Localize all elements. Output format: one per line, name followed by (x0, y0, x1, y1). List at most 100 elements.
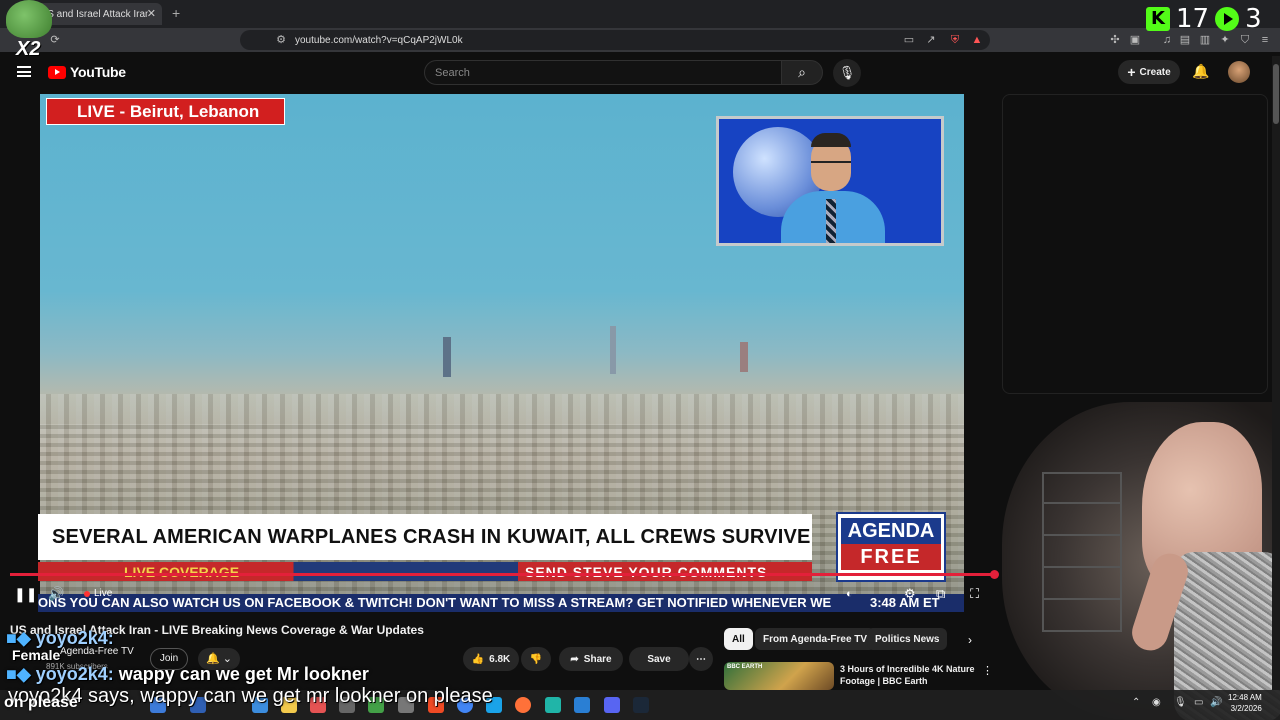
miniplayer-icon[interactable]: ⧉ (936, 586, 945, 602)
firefox-icon[interactable] (515, 697, 531, 713)
sidebar-icon[interactable]: ▤ (1178, 33, 1192, 47)
skyscraper (610, 326, 616, 374)
anchor-hair (811, 133, 851, 147)
search-button[interactable]: ⌕ (781, 60, 823, 85)
chat-overlay-line: ■◆ yoyo2k4: (6, 628, 114, 649)
multiplier-label: X2 (16, 38, 41, 60)
chat-username: yoyo2k4: (35, 628, 114, 648)
recommendation-title[interactable]: 3 Hours of Incredible 4K Nature Footage … (840, 663, 980, 687)
dislike-button[interactable]: 👎 (521, 647, 551, 671)
news-headline: SEVERAL AMERICAN WARPLANES CRASH IN KUWA… (38, 514, 812, 560)
reload-icon[interactable]: ⟳ (48, 33, 62, 47)
speaker-tray-icon[interactable]: 🔊 (1210, 697, 1222, 708)
skyscraper (740, 342, 748, 372)
taskbar-app-icon[interactable] (545, 697, 561, 713)
discord-icon[interactable] (604, 697, 620, 713)
youtube-viewer-icon (1215, 7, 1240, 31)
scrollbar-thumb[interactable] (1273, 64, 1279, 124)
progress-bar[interactable] (10, 573, 996, 576)
brand-top-text: AGENDA (841, 518, 941, 544)
chat-voice-label: Female (12, 647, 61, 663)
fullscreen-icon[interactable]: ⛶ (970, 586, 979, 602)
anchor-glasses (811, 161, 851, 169)
vpn-icon[interactable]: ⛉ (1238, 33, 1252, 47)
leo-icon[interactable]: ✦ (1218, 33, 1232, 47)
pause-icon[interactable]: ❚❚ (14, 586, 37, 603)
display-tray-icon[interactable]: ▭ (1194, 697, 1203, 708)
extensions-icon[interactable]: ✣ (1108, 33, 1122, 47)
frog-emote (6, 0, 52, 38)
screenshot-icon[interactable]: ▣ (1128, 33, 1142, 47)
skyscraper (443, 337, 451, 377)
kick-icon: K (1146, 7, 1170, 31)
search-input[interactable]: Search (424, 60, 782, 85)
steam-icon[interactable] (633, 697, 649, 713)
share-icon: ➦ (570, 653, 579, 665)
chip-politics-news[interactable]: Politics News (867, 628, 948, 650)
wallet-icon[interactable]: ▥ (1198, 33, 1212, 47)
share-page-icon[interactable]: ↗ (924, 33, 938, 47)
guide-menu-icon[interactable] (17, 66, 31, 77)
clock-time: 12:48 AM (1228, 693, 1262, 702)
site-info-icon[interactable]: ⚙ (274, 33, 288, 47)
cast-icon[interactable]: ▭ (902, 33, 916, 47)
more-horizontal-icon: ⋯ (696, 653, 706, 665)
webcam-shelf (1042, 472, 1122, 632)
thumbs-up-icon: 👍 (471, 653, 485, 665)
volume-icon[interactable]: 🔊 (48, 586, 64, 602)
tts-caption: yoyo2k4 says, wappy can we get mr lookne… (8, 685, 493, 707)
chevron-right-icon[interactable]: › (968, 633, 972, 647)
share-button[interactable]: ➦ Share (559, 647, 623, 671)
tts-caption-overflow: on please (4, 694, 78, 711)
url-text: youtube.com/watch?v=qCqAP2jWL0k (295, 34, 463, 46)
plus-icon: + (1127, 64, 1136, 80)
tray-overflow-icon[interactable]: ⌃ (1132, 697, 1140, 708)
media-icon[interactable]: ♫ (1160, 33, 1174, 47)
like-button[interactable]: 👍 6.8K (463, 647, 519, 671)
live-chat-panel (1002, 94, 1268, 394)
create-label: Create (1139, 66, 1171, 78)
chip-all[interactable]: All (724, 628, 753, 650)
more-vertical-icon[interactable]: ⋮ (982, 664, 993, 677)
share-label: Share (583, 653, 612, 665)
avatar[interactable] (1228, 61, 1250, 83)
viewer-counts: K 17 3 (1146, 4, 1262, 34)
brave-shield-icon[interactable]: ⛨ (948, 33, 962, 47)
tab-close-icon[interactable]: ✕ (147, 7, 156, 20)
page-scrollbar[interactable] (1272, 56, 1280, 690)
youtube-logo-text: YouTube (70, 64, 126, 80)
autoplay-toggle-icon[interactable]: ◐ (846, 588, 853, 600)
save-button[interactable]: Save (629, 647, 689, 671)
live-label: Live (94, 588, 113, 599)
address-bar[interactable]: youtube.com/watch?v=qCqAP2jWL0k (240, 30, 990, 50)
chat-badge-icon: ■◆ (6, 628, 31, 648)
youtube-viewer-count: 3 (1245, 4, 1262, 34)
voice-search-button[interactable]: 🎙 (833, 59, 861, 87)
youtube-logo[interactable]: YouTube (48, 64, 126, 80)
chat-badge-icon: ■◆ (6, 664, 31, 684)
tray-app-icon[interactable]: ◉ (1152, 697, 1161, 708)
save-label: Save (647, 653, 671, 665)
youtube-logo-icon (48, 65, 66, 79)
search-icon: ⌕ (798, 64, 806, 80)
kick-viewer-count: 17 (1176, 4, 1210, 34)
tab-title: US and Israel Attack Iran - LIVE (40, 8, 148, 20)
new-tab-icon[interactable]: + (172, 5, 180, 21)
rewards-icon[interactable]: ▲ (970, 33, 984, 47)
microphone-tray-icon[interactable]: 🎙 (1174, 697, 1187, 708)
more-actions-button[interactable]: ⋯ (689, 647, 713, 671)
settings-gear-icon[interactable]: ⚙ (904, 586, 916, 602)
microphone-icon: 🎙 (838, 65, 856, 80)
live-indicator[interactable]: Live (84, 588, 112, 599)
chat-overlay-message: ■◆ yoyo2k4: wappy can we get Mr lookner (6, 664, 369, 685)
vscode-icon[interactable] (574, 697, 590, 713)
notifications-bell-icon[interactable]: 🔔 (1192, 63, 1209, 80)
system-clock[interactable]: 12:48 AM 3/2/2026 (1228, 692, 1262, 714)
agenda-free-logo: AGENDA FREE (836, 512, 946, 582)
create-button[interactable]: + Create (1118, 60, 1180, 84)
menu-icon[interactable]: ≡ (1258, 33, 1272, 47)
chat-username: yoyo2k4: (35, 664, 114, 684)
progress-scrubber[interactable] (990, 570, 999, 579)
chip-from-channel[interactable]: From Agenda-Free TV (755, 628, 876, 650)
news-ticker: ONS YOU CAN ALSO WATCH US ON FACEBOOK & … (38, 594, 964, 612)
